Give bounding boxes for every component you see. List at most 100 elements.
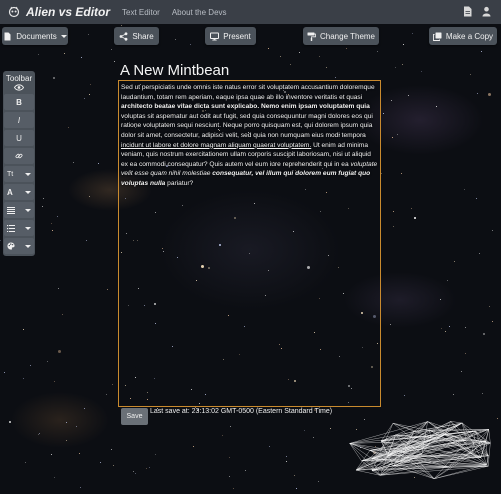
change-theme-label: Change Theme xyxy=(320,31,375,41)
italic-button[interactable]: I xyxy=(4,112,34,128)
star xyxy=(483,333,485,335)
star xyxy=(383,113,384,114)
star xyxy=(280,56,281,57)
star xyxy=(330,428,331,429)
star xyxy=(54,477,55,478)
chevron-down-icon xyxy=(25,208,31,212)
star xyxy=(326,67,327,68)
font-size-dropdown[interactable]: Tt xyxy=(4,166,34,182)
text-segment-bold: architecto beatae vitae dicta sunt expli… xyxy=(121,103,370,111)
paint-roller-icon xyxy=(307,32,316,41)
bold-button[interactable]: B xyxy=(4,94,34,110)
star xyxy=(319,56,320,57)
document-icon[interactable] xyxy=(463,6,472,17)
star xyxy=(89,196,90,197)
underline-button[interactable]: U xyxy=(4,130,34,146)
share-button[interactable]: Share xyxy=(114,27,159,45)
last-save-status: Last save at: 23:13:02 GMT-0500 (Eastern… xyxy=(150,408,333,415)
star xyxy=(318,481,319,482)
italic-label: I xyxy=(17,115,21,125)
star xyxy=(290,64,291,65)
star xyxy=(470,74,471,75)
save-button[interactable]: Save xyxy=(121,408,148,425)
star xyxy=(402,64,403,65)
document-title[interactable]: A New Mintbean xyxy=(120,62,229,79)
eye-icon[interactable] xyxy=(14,84,24,91)
text-segment: voluptas sit aspernatur aut odit aut fug… xyxy=(121,112,373,139)
star xyxy=(47,361,48,362)
documents-label: Documents xyxy=(16,31,57,41)
star xyxy=(68,127,69,128)
text-editor[interactable]: Sed ut perspiciatis unde omnis iste natu… xyxy=(118,80,381,407)
mesh-edge xyxy=(392,423,415,432)
documents-dropdown-button[interactable]: Documents xyxy=(2,27,68,45)
text-segment: Sed ut perspiciatis unde omnis iste natu… xyxy=(121,84,375,101)
make-copy-button[interactable]: Make a Copy xyxy=(429,27,497,45)
toolbar-title: Toolbar xyxy=(5,74,33,83)
monitor-icon xyxy=(210,32,220,40)
star xyxy=(335,77,336,78)
user-icon[interactable] xyxy=(482,6,491,17)
change-theme-button[interactable]: Change Theme xyxy=(303,27,379,45)
background-color-dropdown[interactable] xyxy=(4,238,34,254)
star xyxy=(89,94,90,95)
star xyxy=(81,57,82,58)
star xyxy=(38,434,39,435)
star xyxy=(190,44,191,45)
star xyxy=(477,93,478,94)
star xyxy=(421,71,422,72)
brand[interactable]: Alien vs Editor xyxy=(8,5,110,19)
underline-label: U xyxy=(16,133,22,143)
star xyxy=(66,422,67,423)
star xyxy=(52,230,53,231)
star xyxy=(133,471,134,472)
palette-icon xyxy=(7,242,15,250)
star xyxy=(100,462,101,463)
star xyxy=(0,240,1,241)
navbar: Alien vs Editor Text Editor About the De… xyxy=(0,0,501,24)
star xyxy=(381,173,382,174)
star xyxy=(489,306,490,307)
star xyxy=(113,465,114,466)
chevron-down-icon xyxy=(25,190,31,194)
star xyxy=(79,453,80,454)
chevron-down-icon xyxy=(25,172,31,176)
list-icon xyxy=(7,224,15,232)
star xyxy=(23,329,24,330)
make-copy-label: Make a Copy xyxy=(445,31,494,41)
star xyxy=(269,446,270,447)
chevron-down-icon xyxy=(25,226,31,230)
star xyxy=(414,217,416,219)
star xyxy=(454,261,455,262)
star xyxy=(62,314,63,315)
star xyxy=(449,326,450,327)
align-dropdown[interactable] xyxy=(4,202,34,218)
star xyxy=(313,437,314,438)
star xyxy=(42,206,43,207)
star xyxy=(408,95,409,96)
nav-link-about[interactable]: About the Devs xyxy=(172,8,227,17)
text-segment-underline: incidunt ut labore et dolore magnam aliq… xyxy=(121,141,312,149)
star xyxy=(121,25,122,26)
star xyxy=(465,353,466,354)
star xyxy=(135,473,136,474)
list-dropdown[interactable] xyxy=(4,220,34,236)
star xyxy=(73,162,74,163)
star xyxy=(492,230,493,231)
star xyxy=(492,321,493,322)
star xyxy=(230,426,231,427)
nav-link-text-editor[interactable]: Text Editor xyxy=(122,8,160,17)
star xyxy=(488,93,491,96)
star xyxy=(90,84,91,85)
font-color-dropdown[interactable]: A xyxy=(4,184,34,200)
star xyxy=(43,198,44,199)
present-button[interactable]: Present xyxy=(205,27,256,45)
mesh-edge xyxy=(349,443,373,459)
star xyxy=(98,163,99,164)
star xyxy=(88,34,89,35)
link-button[interactable] xyxy=(4,148,34,164)
chevron-down-icon xyxy=(25,244,31,248)
star xyxy=(51,454,52,455)
brand-title: Alien vs Editor xyxy=(26,5,111,19)
star xyxy=(447,280,448,281)
